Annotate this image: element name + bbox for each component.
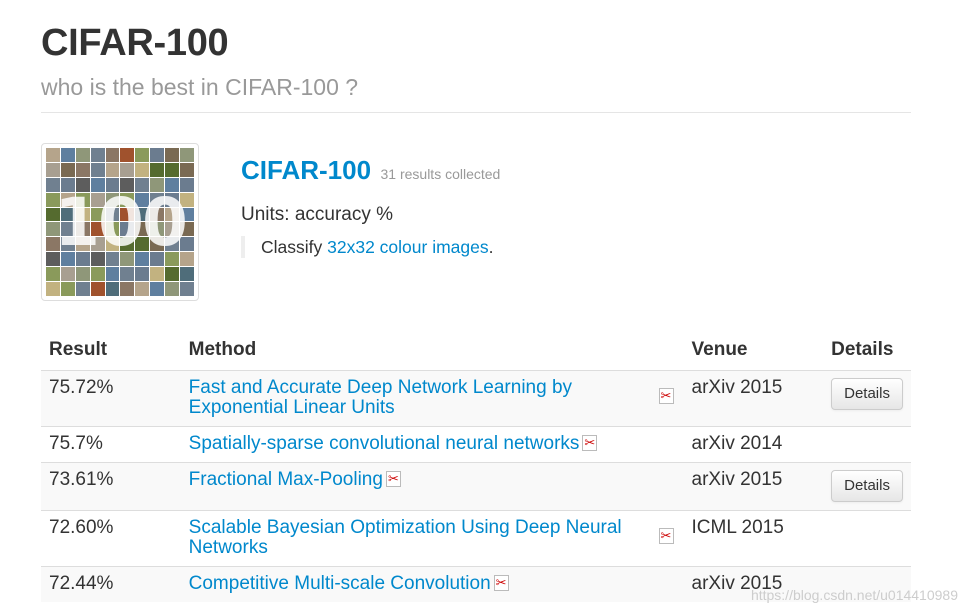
thumbnail-overlay-text: 100 <box>54 183 188 261</box>
method-cell: Competitive Multi-scale Convolution <box>180 566 684 602</box>
results-count: 31 results collected <box>380 166 501 182</box>
header-venue[interactable]: Venue <box>683 330 824 371</box>
details-cell <box>823 510 911 567</box>
dataset-description: Classify 32x32 colour images. <box>241 236 901 258</box>
method-cell: Scalable Bayesian Optimization Using Dee… <box>180 510 684 567</box>
pdf-icon[interactable] <box>493 573 509 593</box>
dataset-units: Units: accuracy % <box>241 204 394 225</box>
results-table: Result Method Venue Details 75.72% Fast … <box>41 330 911 602</box>
venue-cell: ICML 2015 <box>683 510 824 567</box>
page-subtitle: who is the best in CIFAR-100 ? <box>41 74 359 100</box>
result-cell: 75.7% <box>41 426 181 463</box>
method-link[interactable]: Fast and Accurate Deep Network Learning … <box>189 377 572 418</box>
header-details[interactable]: Details <box>823 330 911 371</box>
pdf-icon[interactable] <box>658 386 674 406</box>
result-cell: 75.72% <box>41 370 181 427</box>
method-cell: Fast and Accurate Deep Network Learning … <box>180 370 684 427</box>
method-cell: Spatially-sparse convolutional neural ne… <box>180 426 684 463</box>
result-cell: 72.44% <box>41 566 181 602</box>
method-cell: Fractional Max-Pooling <box>180 462 684 511</box>
result-cell: 73.61% <box>41 462 181 511</box>
pdf-icon[interactable] <box>658 526 674 546</box>
pdf-icon[interactable] <box>385 469 401 489</box>
method-link[interactable]: Competitive Multi-scale Convolution <box>189 573 491 594</box>
details-cell: Details <box>823 370 911 427</box>
header-method[interactable]: Method <box>180 330 684 371</box>
details-button[interactable]: Details <box>831 378 903 410</box>
table-header-row: Result Method Venue Details <box>41 330 911 371</box>
description-suffix: . <box>488 237 494 257</box>
watermark: https://blog.csdn.net/u014410989 <box>750 587 958 603</box>
venue-cell: arXiv 2015 <box>683 462 824 511</box>
description-link[interactable]: 32x32 colour images <box>327 237 488 257</box>
table-row: 73.61% Fractional Max-Pooling arXiv 2015… <box>41 462 911 511</box>
method-link[interactable]: Fractional Max-Pooling <box>189 469 383 490</box>
details-cell: Details <box>823 462 911 511</box>
method-link[interactable]: Scalable Bayesian Optimization Using Dee… <box>189 517 622 558</box>
table-row: 75.7% Spatially-sparse convolutional neu… <box>41 426 911 463</box>
venue-cell: arXiv 2014 <box>683 426 824 463</box>
page-title: CIFAR-100 <box>41 22 229 64</box>
details-cell <box>823 426 911 463</box>
dataset-name: CIFAR-100 <box>241 155 372 185</box>
venue-cell: arXiv 2015 <box>683 370 824 427</box>
description-prefix: Classify <box>261 237 328 257</box>
method-link[interactable]: Spatially-sparse convolutional neural ne… <box>189 433 580 454</box>
dataset-thumbnail[interactable]: 100 <box>41 143 199 301</box>
table-row: 75.72% Fast and Accurate Deep Network Le… <box>41 370 911 427</box>
table-row: 72.60% Scalable Bayesian Optimization Us… <box>41 510 911 567</box>
dataset-info: CIFAR-100 31 results collected Units: ac… <box>241 155 901 258</box>
pdf-icon[interactable] <box>582 433 598 453</box>
header-result[interactable]: Result <box>41 330 181 371</box>
divider <box>41 112 911 113</box>
result-cell: 72.60% <box>41 510 181 567</box>
details-button[interactable]: Details <box>831 470 903 502</box>
